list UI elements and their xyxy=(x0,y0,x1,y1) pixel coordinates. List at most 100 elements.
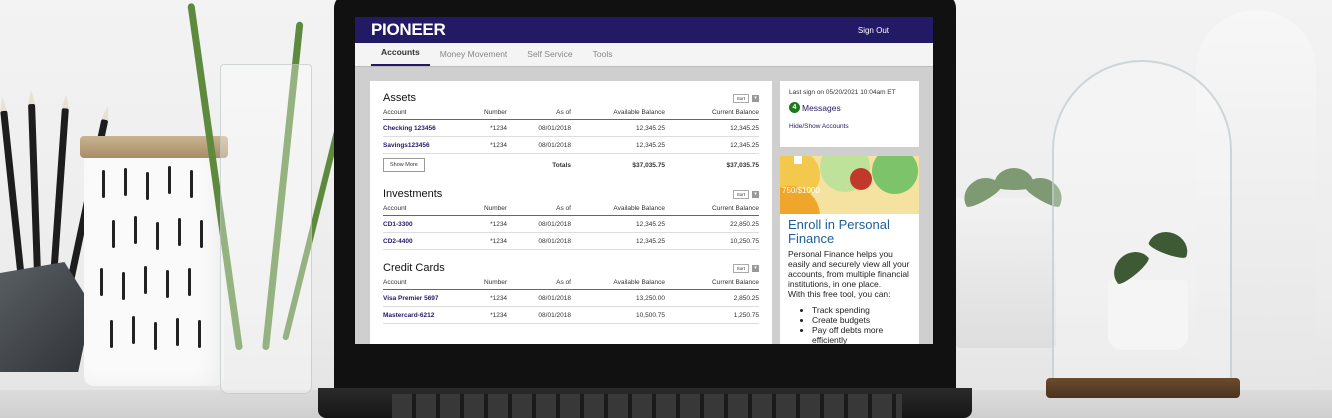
messages-label: Messages xyxy=(802,102,841,113)
promo-benefits: Track spending Create budgets Pay off de… xyxy=(812,305,911,344)
account-link[interactable]: Checking 123456 xyxy=(383,119,470,137)
keyboard xyxy=(392,394,902,418)
account-link[interactable]: Savings123456 xyxy=(383,136,470,154)
as-of-date: 08/01/2018 xyxy=(507,136,571,154)
sort-button[interactable]: Sort xyxy=(732,263,749,273)
promo-description: Personal Finance helps you easily and se… xyxy=(788,249,910,289)
dome-base xyxy=(1046,378,1240,398)
sort-arrow-icon[interactable]: ▾ xyxy=(752,190,759,198)
glass-vase xyxy=(220,64,312,394)
assets-table: Account Number As of Available Balance C… xyxy=(383,109,759,176)
table-row: Savings123456 *1234 08/01/2018 12,345.25… xyxy=(383,136,759,154)
column-header: Current Balance xyxy=(664,279,759,290)
striped-vase xyxy=(84,140,224,386)
account-number: *1234 xyxy=(469,289,508,307)
pencil-decoration xyxy=(28,103,41,275)
hide-show-accounts-link[interactable]: Hide/Show Accounts xyxy=(789,123,910,130)
account-link[interactable]: CD2-4400 xyxy=(383,232,470,250)
available-balance: 13,250.00 xyxy=(570,289,665,307)
available-balance: 10,500.75 xyxy=(570,306,665,324)
available-balance: 12,345.25 xyxy=(570,136,665,154)
current-balance: 2,850.25 xyxy=(664,289,759,307)
current-balance: 22,850.25 xyxy=(664,215,759,233)
as-of-date: 08/01/2018 xyxy=(507,215,571,233)
account-number: *1234 xyxy=(469,136,508,154)
account-number: *1234 xyxy=(469,232,508,250)
available-balance: 12,345.25 xyxy=(570,215,665,233)
column-header: Available Balance xyxy=(570,205,665,216)
tab-tools[interactable]: Tools xyxy=(583,49,623,66)
totals-available: $37,035.75 xyxy=(632,161,665,169)
column-header: Current Balance xyxy=(664,109,759,120)
account-summary-panel: Last sign on 05/20/2021 10:04am ET 4 Mes… xyxy=(780,81,919,147)
promo-image: 750/$1000 xyxy=(780,156,919,214)
totals-current: $37,035.75 xyxy=(726,161,759,169)
available-balance: 12,345.25 xyxy=(570,119,665,137)
sort-arrow-icon[interactable]: ▾ xyxy=(752,94,759,102)
tab-money-movement[interactable]: Money Movement xyxy=(430,49,518,66)
totals-row: Show More Totals $37,035.75 $37,035.75 xyxy=(383,154,759,177)
tab-self-service[interactable]: Self Service xyxy=(517,49,582,66)
section-title: Assets xyxy=(383,92,417,104)
column-header: Available Balance xyxy=(570,109,665,120)
pencil-decoration xyxy=(50,108,69,279)
column-header: Number xyxy=(469,279,508,290)
promo-subtext: With this free tool, you can: xyxy=(788,289,891,299)
list-item: Pay off debts more efficiently xyxy=(812,325,911,344)
message-count-badge: 4 xyxy=(789,102,800,113)
show-more-button[interactable]: Show More xyxy=(383,158,425,172)
table-row: CD1-3300 *1234 08/01/2018 12,345.25 22,8… xyxy=(383,215,759,233)
column-header: Available Balance xyxy=(570,279,665,290)
current-balance: 12,345.25 xyxy=(664,119,759,137)
pencil-holder xyxy=(0,262,92,372)
brand-logo: PIONEER xyxy=(371,20,446,39)
sort-arrow-icon[interactable]: ▾ xyxy=(752,264,759,272)
assets-section: Assets Sort ▾ Account Number As of Avail… xyxy=(383,92,759,176)
column-header: As of xyxy=(507,205,571,216)
banking-screen: PIONEER Sign Out Accounts Money Movement… xyxy=(355,17,933,344)
column-header: Account xyxy=(383,205,470,216)
table-row: Mastercard-6212 *1234 08/01/2018 10,500.… xyxy=(383,306,759,324)
top-bar: PIONEER Sign Out xyxy=(355,17,933,43)
column-header: Account xyxy=(383,279,470,290)
table-row: Visa Premier 5697 *1234 08/01/2018 13,25… xyxy=(383,289,759,307)
totals-label: Totals xyxy=(552,161,571,169)
section-title: Credit Cards xyxy=(383,262,445,274)
plant-pot xyxy=(956,198,1056,348)
account-number: *1234 xyxy=(469,119,508,137)
promo-amount: 750/$1000 xyxy=(782,186,820,195)
sign-out-link[interactable]: Sign Out xyxy=(858,26,889,35)
as-of-date: 08/01/2018 xyxy=(507,119,571,137)
account-link[interactable]: Mastercard-6212 xyxy=(383,306,470,324)
main-nav: Accounts Money Movement Self Service Too… xyxy=(355,43,933,67)
column-header: As of xyxy=(507,279,571,290)
tab-accounts[interactable]: Accounts xyxy=(371,47,430,66)
sort-control: Sort ▾ xyxy=(732,263,759,273)
house-icon xyxy=(794,156,802,164)
sort-control: Sort ▾ xyxy=(732,189,759,199)
current-balance: 12,345.25 xyxy=(664,136,759,154)
account-link[interactable]: Visa Premier 5697 xyxy=(383,289,470,307)
section-title: Investments xyxy=(383,188,443,200)
accounts-panel: Assets Sort ▾ Account Number As of Avail… xyxy=(370,81,772,344)
credit-cards-section: Credit Cards Sort ▾ Account Number As of… xyxy=(383,262,759,324)
as-of-date: 08/01/2018 xyxy=(507,289,571,307)
current-balance: 10,250.75 xyxy=(664,232,759,250)
credit-cards-table: Account Number As of Available Balance C… xyxy=(383,279,759,324)
table-row: CD2-4400 *1234 08/01/2018 12,345.25 10,2… xyxy=(383,232,759,250)
messages-link[interactable]: 4 Messages xyxy=(789,102,910,113)
sort-button[interactable]: Sort xyxy=(732,93,749,103)
column-header: Number xyxy=(469,205,508,216)
column-header: Account xyxy=(383,109,470,120)
list-item: Create budgets xyxy=(812,315,911,325)
column-header: Number xyxy=(469,109,508,120)
column-header: As of xyxy=(507,109,571,120)
personal-finance-promo[interactable]: 750/$1000 Enroll in Personal Finance Per… xyxy=(780,156,919,344)
plane-icon xyxy=(850,168,872,190)
account-link[interactable]: CD1-3300 xyxy=(383,215,470,233)
as-of-date: 08/01/2018 xyxy=(507,232,571,250)
account-number: *1234 xyxy=(469,306,508,324)
last-sign-on: Last sign on 05/20/2021 10:04am ET xyxy=(789,89,896,96)
account-number: *1234 xyxy=(469,215,508,233)
sort-button[interactable]: Sort xyxy=(732,189,749,199)
